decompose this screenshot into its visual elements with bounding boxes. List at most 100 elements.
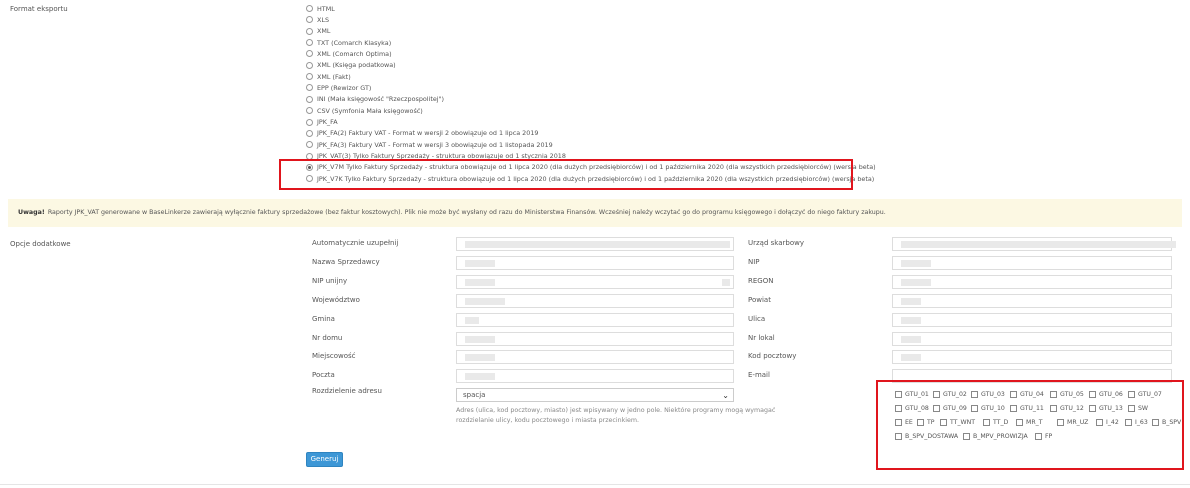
left-field-input[interactable] — [456, 369, 734, 384]
export-format-option-label: CSV (Symfonia Mała księgowość) — [317, 106, 423, 115]
redacted-value — [465, 354, 495, 362]
radio-button[interactable] — [306, 73, 313, 81]
left-field-input[interactable] — [456, 350, 734, 365]
radio-button[interactable] — [306, 141, 313, 149]
redacted-value — [901, 259, 931, 267]
radio-button[interactable] — [306, 39, 313, 47]
export-format-option-label: XML (Comarch Optima) — [317, 49, 392, 58]
highlight-box-jpk-v7 — [279, 159, 853, 190]
field-end-marker — [722, 278, 730, 286]
redacted-value — [465, 259, 495, 267]
redacted-value — [901, 278, 931, 286]
export-format-option[interactable]: XML (Księga podatkowa) — [306, 60, 396, 71]
right-field-label: E-mail — [748, 371, 770, 380]
export-format-option[interactable]: XML (Comarch Optima) — [306, 48, 392, 59]
warning-notice: Uwaga! Raporty JPK_VAT generowane w BaseL… — [8, 199, 1182, 227]
left-field-label: Automatycznie uzupełnij — [312, 239, 399, 247]
export-format-option[interactable]: TXT (Comarch Klasyka) — [306, 37, 391, 48]
generate-button[interactable]: Generuj — [306, 452, 343, 467]
export-format-option[interactable]: XML — [306, 26, 330, 37]
export-format-option[interactable]: HTML — [306, 3, 335, 14]
export-format-label: Format eksportu — [10, 5, 68, 13]
left-field-label: Województwo — [312, 295, 360, 304]
right-field-input[interactable] — [892, 274, 1172, 289]
left-field-label: Gmina — [312, 314, 335, 323]
left-field-label: Miejscowość — [312, 352, 356, 361]
radio-button[interactable] — [306, 16, 313, 24]
export-format-option-label: EPP (Rewizor GT) — [317, 83, 372, 92]
extra-options-label: Opcje dodatkowe — [10, 240, 71, 248]
redacted-value — [901, 354, 921, 362]
export-format-option-label: XLS — [317, 15, 329, 24]
highlight-box-gtu — [876, 380, 1184, 470]
radio-button[interactable] — [306, 84, 313, 92]
export-format-option[interactable]: EPP (Rewizor GT) — [306, 82, 371, 93]
left-field-input[interactable] — [456, 274, 734, 289]
redacted-value — [465, 241, 730, 248]
right-field-input[interactable] — [892, 350, 1172, 365]
export-format-option[interactable]: XLS — [306, 14, 329, 25]
right-field-label: Ulica — [748, 314, 766, 323]
right-field-input[interactable] — [892, 237, 1176, 251]
right-field-label: Urząd skarbowy — [748, 239, 804, 247]
redacted-value — [901, 335, 921, 343]
radio-button[interactable] — [306, 118, 313, 126]
export-format-option[interactable]: CSV (Symfonia Mała księgowość) — [306, 105, 423, 116]
redacted-value — [901, 241, 1176, 248]
address-split-selected: spacja — [463, 391, 486, 399]
right-field-label: Nr lokal — [748, 333, 775, 342]
left-field-input[interactable] — [456, 331, 734, 346]
export-format-option[interactable]: INI (Mała księgowość "Rzeczpospolitej") — [306, 94, 444, 105]
export-format-option-label: XML (Księga podatkowa) — [317, 61, 396, 70]
export-format-option-label: HTML — [317, 4, 335, 13]
left-field-label: Nazwa Sprzedawcy — [312, 257, 380, 266]
radio-button[interactable] — [306, 95, 313, 103]
right-field-label: REGON — [748, 276, 774, 285]
right-field-input[interactable] — [892, 312, 1172, 327]
left-field-input[interactable] — [456, 293, 734, 308]
radio-button[interactable] — [306, 27, 313, 35]
radio-button[interactable] — [306, 50, 313, 58]
radio-button[interactable] — [306, 129, 313, 137]
warning-notice-body: Raporty JPK_VAT generowane w BaseLinkerz… — [47, 209, 886, 216]
bottom-divider — [0, 484, 1190, 485]
export-format-option-label: XML — [317, 27, 331, 36]
export-format-option[interactable]: JPK_FA — [306, 117, 338, 128]
redacted-value — [901, 297, 921, 305]
right-field-label: Kod pocztowy — [748, 352, 797, 361]
radio-button[interactable] — [306, 61, 313, 69]
export-format-option-label: JPK_FA(2) Faktury VAT - Format w wersji … — [317, 129, 539, 138]
export-format-option[interactable]: JPK_FA(3) Faktury VAT - Format w wersji … — [306, 139, 553, 150]
left-field-label: NIP unijny — [312, 276, 348, 285]
address-split-label: Rozdzielenie adresu — [312, 387, 382, 395]
export-format-option[interactable]: JPK_FA(2) Faktury VAT - Format w wersji … — [306, 128, 538, 139]
left-field-input[interactable] — [456, 312, 734, 327]
redacted-value — [465, 335, 495, 343]
radio-button[interactable] — [306, 107, 313, 115]
right-field-input[interactable] — [892, 331, 1172, 346]
redacted-value — [901, 316, 921, 324]
chevron-down-icon: ⌄ — [722, 391, 729, 400]
export-format-option-label: JPK_FA — [317, 118, 338, 126]
right-field-label: NIP — [748, 257, 760, 266]
warning-notice-title: Uwaga! — [18, 209, 45, 216]
right-field-label: Powiat — [748, 295, 771, 304]
address-split-select[interactable]: spacja ⌄ — [456, 388, 734, 402]
export-format-option[interactable]: XML (Fakt) — [306, 71, 351, 82]
right-field-input[interactable] — [892, 293, 1172, 308]
radio-button[interactable] — [306, 5, 313, 12]
redacted-value — [465, 373, 495, 381]
export-format-option-label: INI (Mała księgowość "Rzeczpospolitej") — [317, 95, 444, 104]
address-split-help: Adres (ulica, kod pocztowy, miasto) jest… — [456, 407, 776, 424]
redacted-value — [465, 316, 479, 324]
left-field-input[interactable] — [456, 255, 734, 270]
export-format-option-label: JPK_FA(3) Faktury VAT - Format w wersji … — [317, 140, 553, 149]
right-field-input[interactable] — [892, 255, 1172, 270]
left-field-label: Nr domu — [312, 333, 343, 342]
field-end-marker — [722, 241, 730, 248]
export-format-option-label: XML (Fakt) — [317, 72, 351, 81]
warning-notice-text: Uwaga! Raporty JPK_VAT generowane w BaseL… — [18, 209, 886, 216]
left-field-input[interactable] — [456, 237, 734, 251]
export-format-option-label: TXT (Comarch Klasyka) — [317, 38, 392, 47]
redacted-value — [465, 297, 505, 305]
